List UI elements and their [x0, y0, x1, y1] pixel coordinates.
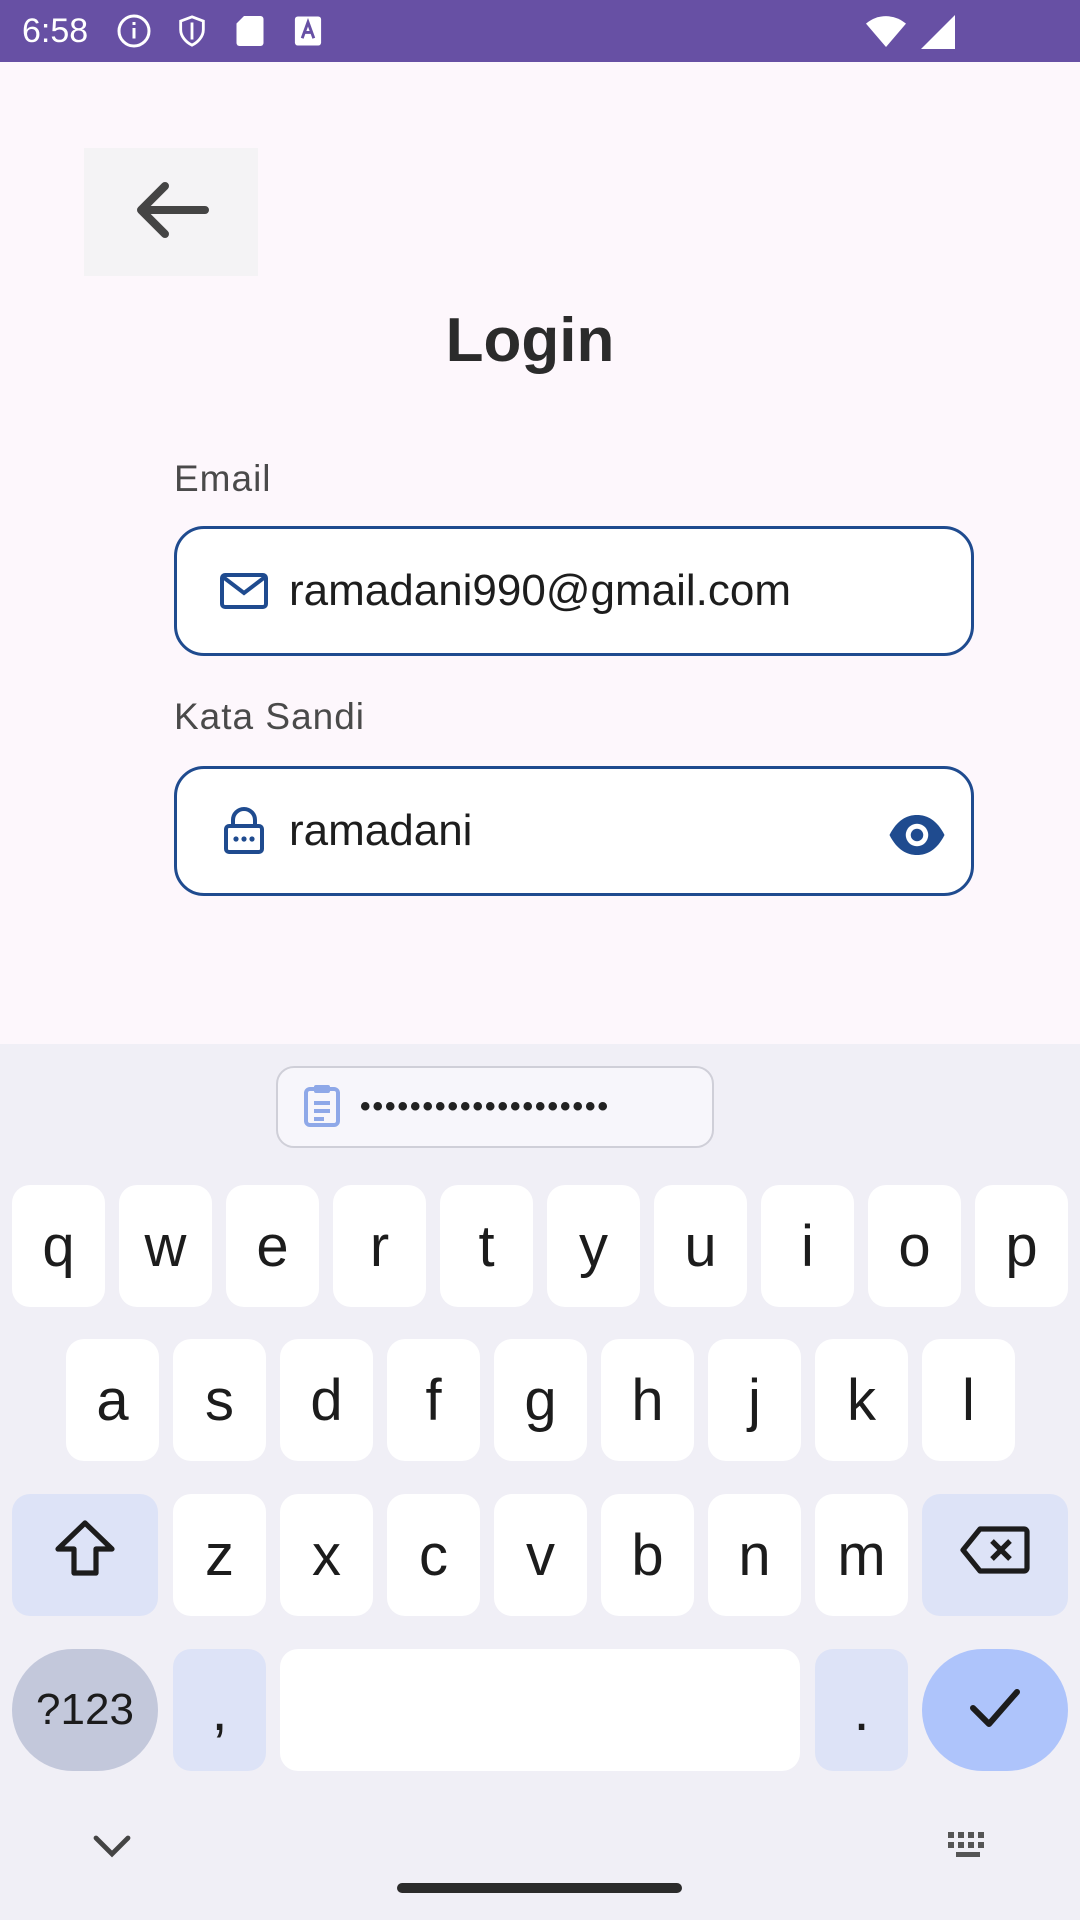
text-a-icon [288, 11, 328, 51]
key-u[interactable]: u [654, 1185, 747, 1307]
key-s[interactable]: s [173, 1339, 266, 1461]
status-bar: 6:58 [0, 0, 1080, 62]
shift-icon [54, 1519, 116, 1591]
back-button[interactable] [84, 148, 258, 276]
key-p[interactable]: p [975, 1185, 1068, 1307]
status-right-icons [866, 12, 970, 52]
key-i[interactable]: i [761, 1185, 854, 1307]
key-e[interactable]: e [226, 1185, 319, 1307]
email-value: ramadani990@gmail.com [289, 566, 792, 615]
backspace-key[interactable] [922, 1494, 1068, 1616]
key-m[interactable]: m [815, 1494, 908, 1616]
clipboard-icon [302, 1083, 342, 1132]
clipboard-text: •••••••••••••••••••• [360, 1090, 611, 1123]
period-key[interactable]: . [815, 1649, 908, 1771]
key-n[interactable]: n [708, 1494, 801, 1616]
password-label: Kata Sandi [174, 696, 366, 737]
key-d[interactable]: d [280, 1339, 373, 1461]
key-l[interactable]: l [922, 1339, 1015, 1461]
chevron-down-icon[interactable] [92, 1834, 132, 1865]
key-j[interactable]: j [708, 1339, 801, 1461]
key-g[interactable]: g [494, 1339, 587, 1461]
key-r[interactable]: r [333, 1185, 426, 1307]
wifi-icon [866, 12, 906, 52]
key-w[interactable]: w [119, 1185, 212, 1307]
info-icon [114, 11, 154, 51]
enter-key[interactable] [922, 1649, 1068, 1771]
key-q[interactable]: q [12, 1185, 105, 1307]
shift-key[interactable] [12, 1494, 158, 1616]
email-label: Email [174, 458, 272, 499]
key-k[interactable]: k [815, 1339, 908, 1461]
navigation-bar [0, 1800, 1080, 1920]
keyboard-icon[interactable] [946, 1830, 990, 1863]
backspace-icon [960, 1522, 1030, 1589]
password-value: ramadani [289, 806, 473, 855]
eye-icon[interactable] [887, 805, 947, 865]
email-field[interactable]: ramadani990@gmail.com [174, 526, 974, 656]
key-t[interactable]: t [440, 1185, 533, 1307]
arrow-back-icon [133, 180, 209, 245]
key-z[interactable]: z [173, 1494, 266, 1616]
key-a[interactable]: a [66, 1339, 159, 1461]
clipboard-suggestion[interactable]: •••••••••••••••••••• [276, 1066, 714, 1148]
key-x[interactable]: x [280, 1494, 373, 1616]
comma-key[interactable]: , [173, 1649, 266, 1771]
space-key[interactable] [280, 1649, 800, 1771]
shield-icon [172, 11, 212, 51]
lock-icon [217, 804, 271, 858]
key-y[interactable]: y [547, 1185, 640, 1307]
password-field[interactable]: ramadani [174, 766, 974, 896]
key-h[interactable]: h [601, 1339, 694, 1461]
mail-icon [217, 564, 271, 618]
page-title: Login [445, 306, 615, 375]
signal-icon [918, 12, 958, 52]
sd-card-icon [230, 11, 270, 51]
key-o[interactable]: o [868, 1185, 961, 1307]
check-icon [967, 1677, 1023, 1744]
key-v[interactable]: v [494, 1494, 587, 1616]
keyboard: •••••••••••••••••••• q w e r t y u i o p… [0, 1044, 1080, 1920]
key-f[interactable]: f [387, 1339, 480, 1461]
key-c[interactable]: c [387, 1494, 480, 1616]
home-indicator[interactable] [397, 1883, 682, 1893]
key-b[interactable]: b [601, 1494, 694, 1616]
status-time: 6:58 [22, 11, 89, 50]
symbols-key[interactable]: ?123 [12, 1649, 158, 1771]
